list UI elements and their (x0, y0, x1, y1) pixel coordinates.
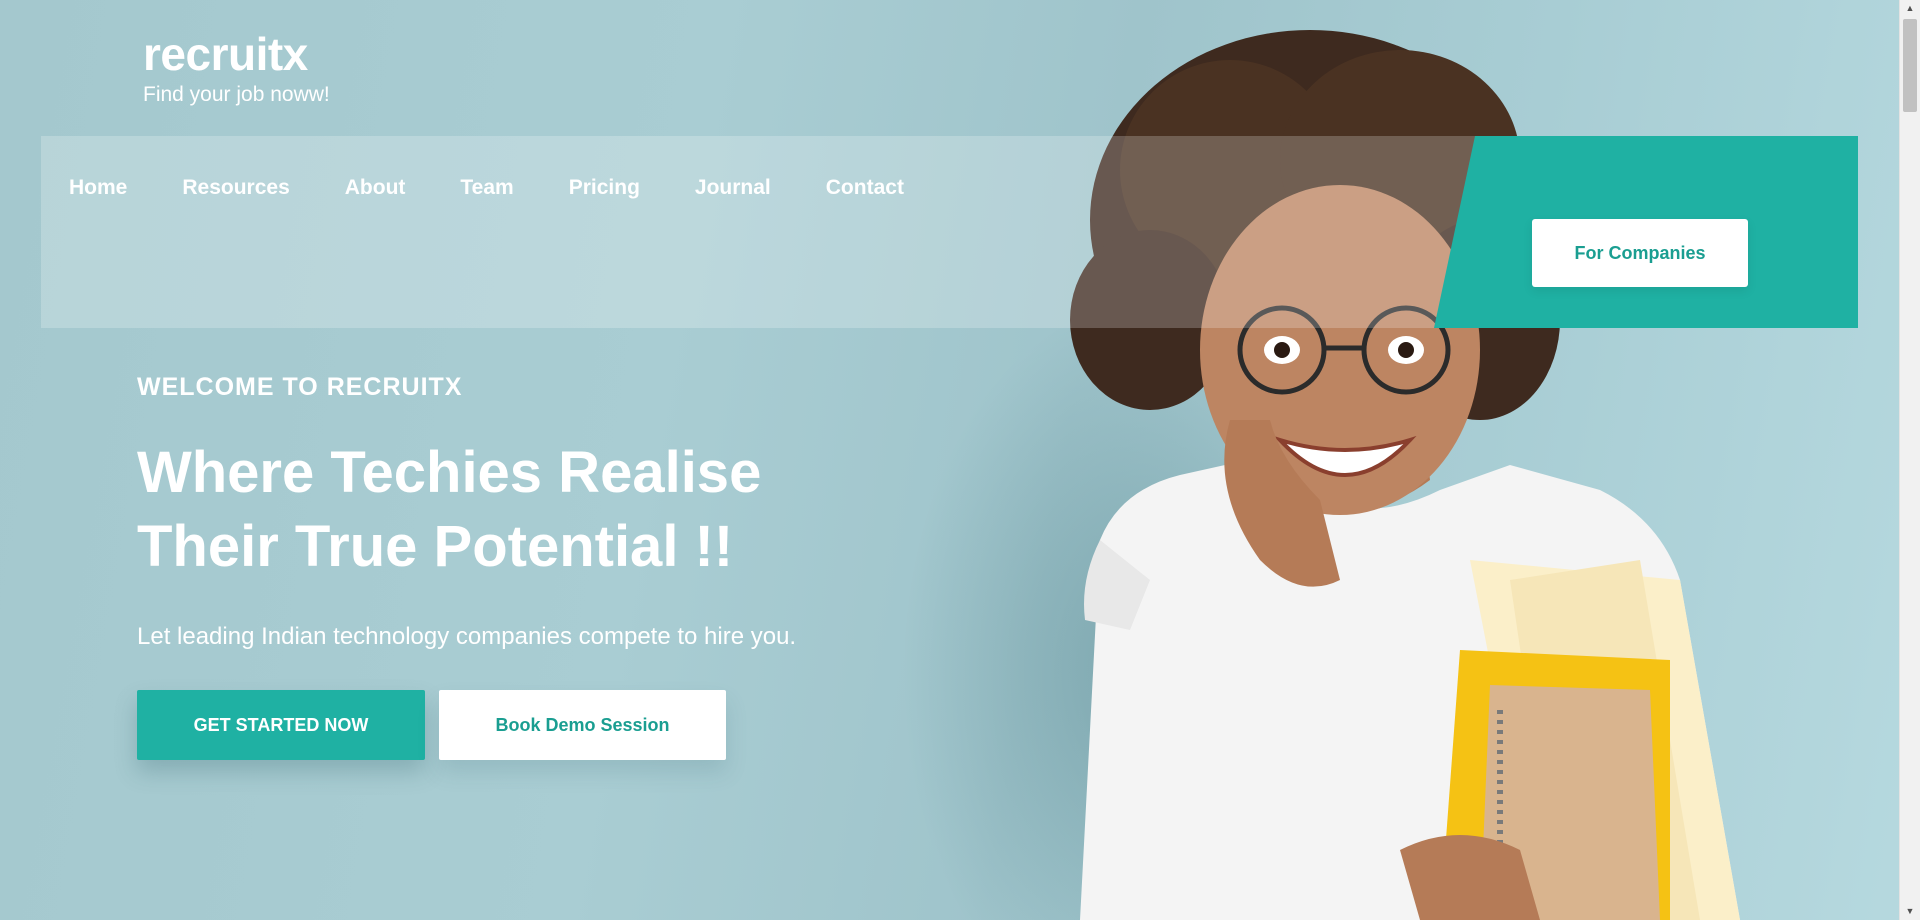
nav-link-pricing[interactable]: Pricing (569, 176, 640, 200)
nav-link-team[interactable]: Team (460, 176, 513, 200)
nav-link-journal[interactable]: Journal (695, 176, 771, 200)
main-navigation: Home Resources About Team Pricing Journa… (41, 136, 1858, 328)
nav-panel: Home Resources About Team Pricing Journa… (41, 136, 1475, 328)
landing-page: recruitx Find your job noww! Home Resour… (0, 0, 1920, 920)
scrollbar-thumb[interactable] (1903, 19, 1917, 112)
vertical-scrollbar[interactable]: ▲ ▼ (1899, 0, 1920, 920)
brand-logo-text[interactable]: recruitx (143, 28, 330, 80)
scroll-down-arrow-icon[interactable]: ▼ (1900, 903, 1920, 920)
nav-link-contact[interactable]: Contact (826, 176, 904, 200)
hero-subheadline: Let leading Indian technology companies … (137, 623, 797, 650)
scroll-up-arrow-icon[interactable]: ▲ (1900, 0, 1920, 17)
hero-section: WELCOME TO RECRUITX Where Techies Realis… (137, 372, 877, 652)
nav-link-home[interactable]: Home (69, 176, 127, 200)
nav-link-about[interactable]: About (345, 176, 406, 200)
nav-links: Home Resources About Team Pricing Journa… (69, 176, 904, 200)
brand-block: recruitx Find your job noww! (143, 28, 330, 108)
hero-eyebrow: WELCOME TO RECRUITX (137, 373, 463, 401)
hero-headline: Where Techies Realise Their True Potenti… (137, 440, 762, 579)
book-demo-button[interactable]: Book Demo Session (439, 690, 726, 760)
hero-cta-row: GET STARTED NOW Book Demo Session (137, 690, 726, 760)
brand-tagline: Find your job noww! (143, 83, 330, 106)
for-companies-button[interactable]: For Companies (1532, 219, 1748, 287)
get-started-button[interactable]: GET STARTED NOW (137, 690, 425, 760)
nav-link-resources[interactable]: Resources (182, 176, 289, 200)
